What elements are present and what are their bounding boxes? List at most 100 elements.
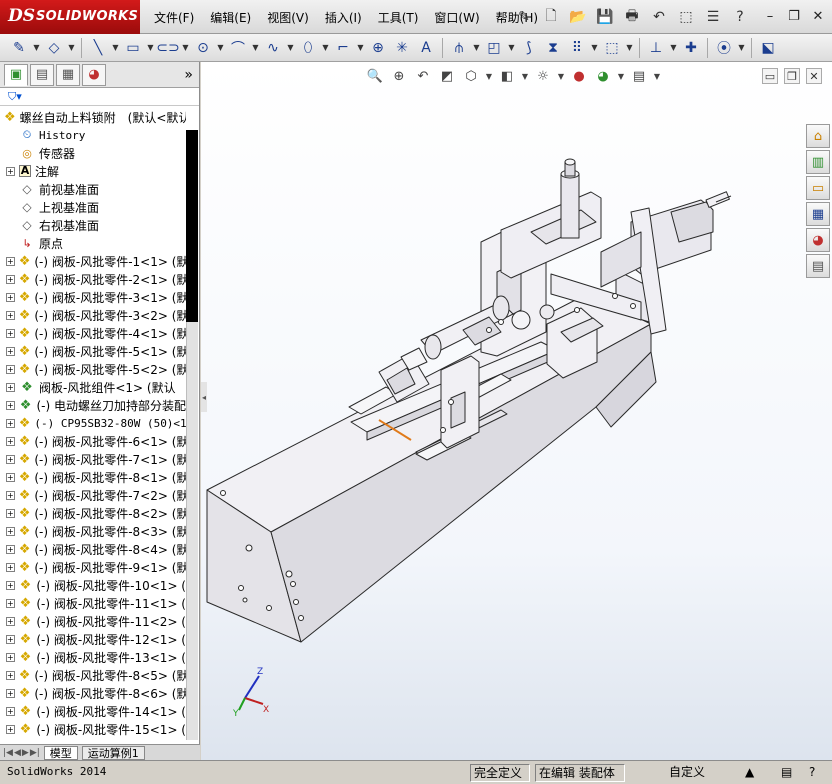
tree-item[interactable]: + ❖ (-) 阀板-风批零件-3<1> (默 — [0, 288, 186, 306]
tree-item[interactable]: + ❖ (-) 阀板-风批零件-8<1> (默 — [0, 468, 186, 486]
rapid-sketch-icon[interactable]: ⦿ — [713, 37, 735, 59]
chevron-down-icon[interactable]: ▼ — [557, 66, 565, 86]
tree-item[interactable]: + ❖ (-) 阀板-风批零件-6<1> (默 — [0, 432, 186, 450]
select-icon[interactable]: ⬚ — [674, 5, 698, 29]
tree-scrollbar[interactable] — [186, 322, 198, 740]
menu-edit[interactable]: 编辑(E) — [202, 9, 259, 26]
tree-item[interactable]: + ❖ (-) 阀板-风批零件-13<1> ( — [0, 648, 186, 666]
zoom-to-area-icon[interactable]: ⊕ — [389, 66, 409, 86]
chevron-down-icon[interactable]: ▼ — [111, 37, 120, 59]
chevron-down-icon[interactable]: ▼ — [521, 66, 529, 86]
apply-scene-icon[interactable]: ◕ — [593, 66, 613, 86]
trim-icon[interactable]: ⫛ — [448, 37, 470, 59]
display-manager-tab[interactable]: ◕ — [82, 63, 106, 86]
tree-item[interactable]: + ❖ (-) 阀板-风批零件-4<1> (默 — [0, 324, 186, 342]
menu-window[interactable]: 窗口(W) — [426, 9, 487, 26]
sketch-icon[interactable]: ✎ — [8, 37, 30, 59]
design-library-icon[interactable]: ▥ — [806, 150, 830, 174]
solidworks-logo[interactable]: DS SOLIDWORKS — [0, 0, 140, 34]
options-icon[interactable]: ☰ — [701, 5, 725, 29]
view-orientation-icon[interactable]: ⬡ — [461, 66, 481, 86]
close-icon[interactable]: ✕ — [808, 6, 828, 26]
tab-motion-study[interactable]: 运动算例1 — [81, 745, 145, 760]
tab-nav-arrows[interactable]: |◀ ◀ ▶ ▶| — [3, 748, 40, 758]
chevron-down-icon[interactable]: ▼ — [251, 37, 260, 59]
tree-item[interactable]: + ❖ (-) 阀板-风批零件-8<4> (默 — [0, 540, 186, 558]
property-manager-tab[interactable]: ▤ — [30, 63, 54, 86]
expand-icon[interactable]: + — [6, 670, 15, 680]
help-icon[interactable]: ? — [728, 5, 752, 29]
tree-item[interactable]: + ❖ (-) 阀板-风批零件-15<1> ( — [0, 720, 186, 738]
chevron-down-icon[interactable]: ▼ — [32, 37, 41, 59]
menu-tools[interactable]: 工具(T) — [370, 9, 427, 26]
line-icon[interactable]: ╲ — [87, 37, 109, 59]
tree-item[interactable]: + ❖ (-) 阀板-风批零件-8<6> (默 — [0, 684, 186, 702]
minimize-icon[interactable]: – — [760, 6, 780, 26]
expand-icon[interactable]: + — [6, 688, 15, 698]
tree-item[interactable]: + ❖ (-) 阀板-风批零件-10<1> ( — [0, 576, 186, 594]
configuration-manager-tab[interactable]: ▦ — [56, 63, 80, 86]
tree-item[interactable]: + ❖ (-) 阀板-风批零件-11<1> ( — [0, 594, 186, 612]
display-style-icon[interactable]: ◧ — [497, 66, 517, 86]
units-dropdown-icon[interactable]: ▲ — [742, 764, 757, 782]
zoom-to-fit-icon[interactable]: 🔍 — [365, 66, 385, 86]
expand-icon[interactable]: + — [6, 292, 15, 302]
expand-icon[interactable]: + — [6, 634, 15, 644]
expand-icon[interactable]: + — [6, 328, 15, 338]
viewport-close-icon[interactable]: ✕ — [806, 68, 822, 84]
spline-icon[interactable]: ∿ — [262, 37, 284, 59]
expand-icon[interactable]: + — [6, 598, 15, 608]
chevron-down-icon[interactable]: ▼ — [669, 37, 678, 59]
tree-item[interactable]: ◇ 右视基准面 — [0, 216, 186, 234]
centerline-icon[interactable]: ✳ — [391, 37, 413, 59]
tree-item[interactable]: + ❖ (-) 阀板-风批零件-14<1> ( — [0, 702, 186, 720]
chevron-down-icon[interactable]: ▼ — [216, 37, 225, 59]
chevron-down-icon[interactable]: ▼ — [286, 37, 295, 59]
offset-icon[interactable]: ⟆ — [518, 37, 540, 59]
expand-icon[interactable]: + — [6, 652, 15, 662]
tree-item[interactable]: + ❖ (-) CP95SB32-80W (50)<1> — [0, 414, 186, 432]
tree-item[interactable]: + ❖ (-) 阀板-风批零件-8<5> (默 — [0, 666, 186, 684]
expand-icon[interactable]: + — [6, 346, 15, 356]
chevron-down-icon[interactable]: ▼ — [356, 37, 365, 59]
tree-item[interactable]: + ❖ (-) 阀板-风批零件-9<1> (默 — [0, 558, 186, 576]
chevron-down-icon[interactable]: ▼ — [590, 37, 599, 59]
slot-icon[interactable]: ⊂⊃ — [156, 37, 179, 59]
tree-item[interactable]: + ❖ (-) 阀板-风批零件-8<2> (默 — [0, 504, 186, 522]
circle-icon[interactable]: ⊙ — [192, 37, 214, 59]
rebuild-status-icon[interactable]: ▤ — [778, 764, 795, 782]
expand-icon[interactable]: + — [6, 418, 15, 428]
tree-item[interactable]: + ❖ 阀板-风批组件<1> (默认 — [0, 378, 186, 396]
expand-icon[interactable]: + — [6, 616, 15, 626]
edit-appearance-icon[interactable]: ● — [569, 66, 589, 86]
print-icon[interactable]: 🖶 — [620, 5, 644, 29]
move-entities-icon[interactable]: ⬚ — [601, 37, 623, 59]
tree-item[interactable]: ◎ 传感器 — [0, 144, 186, 162]
instant-2d-icon[interactable]: ⬕ — [757, 37, 779, 59]
tree-item[interactable]: + ❖ (-) 电动螺丝刀加持部分装配 — [0, 396, 186, 414]
graphics-area[interactable]: 🔍 ⊕ ↶ ◩ ⬡ ▼ ◧ ▼ ☼ ▼ ● ◕ ▼ ▤ ▼ ▭ ❐ ✕ ⌂ ▥ ▭ ▦ ◕… — [201, 62, 832, 760]
text-icon[interactable]: A — [415, 37, 437, 59]
prev-tab-icon[interactable]: ◀ — [14, 748, 21, 758]
smart-dimension-icon[interactable]: ◇ — [43, 37, 65, 59]
feature-manager-tab[interactable]: ▣ — [4, 63, 28, 86]
save-icon[interactable]: 💾 — [593, 5, 617, 29]
collapse-panel-handle[interactable]: ◂ — [201, 382, 207, 412]
tree-item[interactable]: ◇ 前视基准面 — [0, 180, 186, 198]
expand-icon[interactable]: + — [6, 400, 15, 410]
point-icon[interactable]: ⊕ — [367, 37, 389, 59]
viewport-restore-icon[interactable]: ❐ — [784, 68, 800, 84]
expand-icon[interactable]: + — [6, 562, 15, 572]
fillet-icon[interactable]: ⌐ — [332, 37, 354, 59]
chevron-down-icon[interactable]: ▼ — [507, 37, 516, 59]
tree-item[interactable]: + ❖ (-) 阀板-风批零件-7<1> (默 — [0, 450, 186, 468]
expand-icon[interactable]: + — [6, 310, 15, 320]
expand-icon[interactable]: + — [6, 436, 15, 446]
assembly-model[interactable] — [201, 62, 832, 760]
chevron-down-icon[interactable]: ▼ — [653, 66, 661, 86]
expand-icon[interactable]: + — [6, 364, 15, 374]
relations-icon[interactable]: ⊥ — [645, 37, 667, 59]
expand-icon[interactable]: + — [6, 706, 15, 716]
viewport-minimize-icon[interactable]: ▭ — [762, 68, 778, 84]
tree-filter[interactable]: ⛉▾ — [0, 88, 199, 106]
